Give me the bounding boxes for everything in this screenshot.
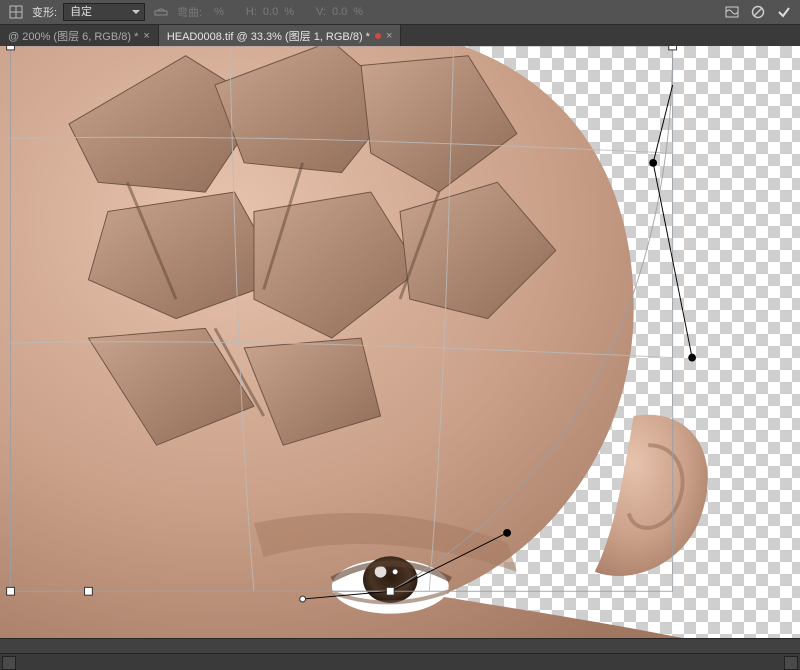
bend-label: 弯曲: [177, 4, 202, 20]
tab-label: @ 200% (图层 6, RGB/8) * [8, 28, 138, 44]
canvas-area [0, 46, 800, 670]
v-label: V: [316, 6, 326, 18]
close-icon[interactable]: × [386, 31, 392, 42]
options-bar: 变形: 自定 弯曲: % H: 0.0 % V: 0.0 % [0, 0, 800, 25]
tab-label: HEAD0008.tif @ 33.3% (图层 1, RGB/8) * [167, 28, 370, 44]
status-strip [0, 638, 800, 653]
close-icon[interactable]: × [143, 31, 149, 42]
h-label: H: [246, 6, 257, 18]
v-value: 0.0 [332, 6, 347, 18]
warp-preset-select[interactable]: 自定 [63, 3, 145, 21]
grid-icon[interactable] [6, 3, 26, 21]
h-value: 0.0 [263, 6, 278, 18]
document-canvas[interactable] [0, 46, 800, 638]
warp-mode-icon[interactable] [722, 3, 742, 21]
cancel-icon[interactable] [748, 3, 768, 21]
canvas-image [0, 46, 800, 638]
bend-pct: % [214, 6, 224, 18]
h-pct: % [284, 6, 294, 18]
v-pct: % [353, 6, 363, 18]
unsaved-dot-icon [375, 33, 381, 39]
document-tabs: @ 200% (图层 6, RGB/8) * × HEAD0008.tif @ … [0, 25, 800, 48]
document-tab[interactable]: @ 200% (图层 6, RGB/8) * × [0, 25, 159, 47]
horizontal-scrollbar[interactable] [0, 653, 800, 670]
orientation-icon[interactable] [151, 3, 171, 21]
commit-icon[interactable] [774, 3, 794, 21]
warp-label: 变形: [32, 4, 57, 20]
document-tab[interactable]: HEAD0008.tif @ 33.3% (图层 1, RGB/8) * × [159, 25, 402, 47]
warp-preset-value: 自定 [70, 6, 92, 18]
